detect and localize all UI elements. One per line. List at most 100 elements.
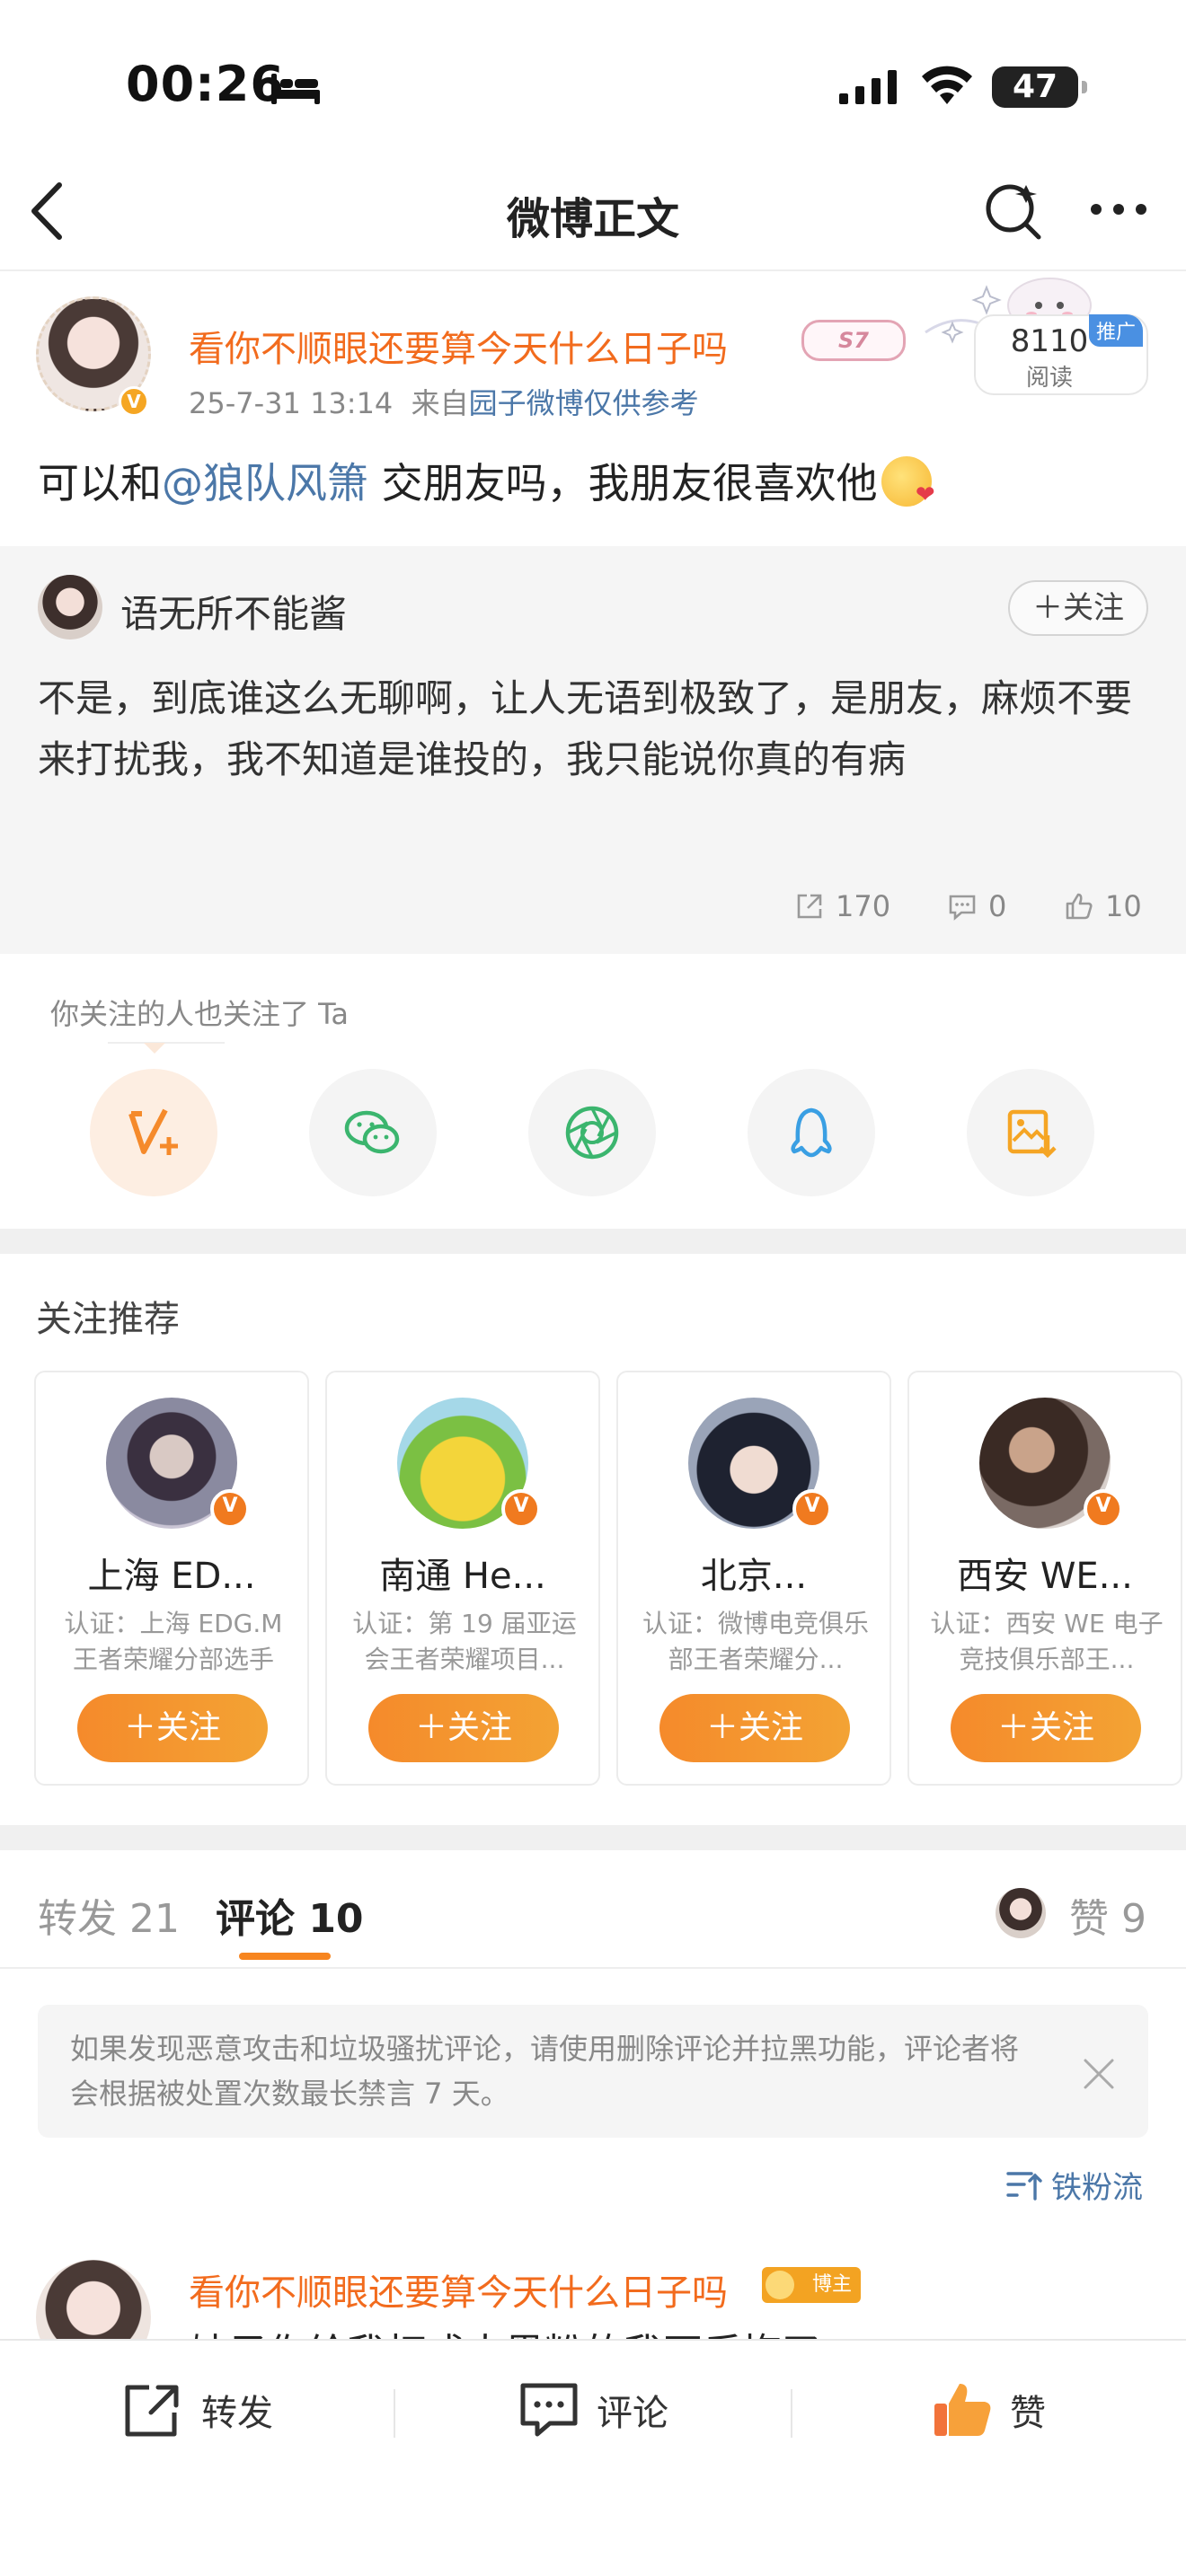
- repost-icon: [125, 2385, 179, 2437]
- recommend-follow-label: 关注: [739, 1709, 804, 1746]
- wechat-icon: [344, 1110, 400, 1154]
- recommend-card[interactable]: 南通 He... 认证：第 19 届亚运会王者荣耀项目... ＋关注: [325, 1371, 600, 1786]
- cellular-signal-icon: [839, 70, 897, 104]
- author-name[interactable]: 看你不顺眼还要算今天什么日子吗: [189, 320, 728, 372]
- bottom-like-button[interactable]: 赞: [931, 2380, 1046, 2439]
- share-qq-button[interactable]: [748, 1069, 875, 1196]
- retweet-like-count[interactable]: 10: [1064, 889, 1142, 923]
- post-date: 25-7-31 13:14: [189, 386, 394, 420]
- wifi-icon: [922, 66, 972, 104]
- thumbs-up-icon: [1066, 893, 1093, 920]
- bottom-repost-label: 转发: [201, 2393, 273, 2434]
- recommend-name[interactable]: 北京...: [618, 1547, 890, 1599]
- recommend-desc: 认证：第 19 届亚运会王者荣耀项目...: [352, 1609, 577, 1674]
- post-source-link[interactable]: 园子微博仅供参考: [469, 386, 699, 420]
- verified-badge-icon: [792, 1489, 832, 1529]
- more-options-icon[interactable]: [1089, 199, 1148, 219]
- verified-badge-icon: [501, 1489, 541, 1529]
- qq-penguin-icon: [791, 1107, 832, 1158]
- source-prefix: 来自: [411, 386, 469, 420]
- recommend-card[interactable]: 西安 WE... 认证：西安 WE 电子竞技俱乐部王... ＋关注: [907, 1371, 1182, 1786]
- search-icon[interactable]: [983, 180, 1044, 241]
- share-moments-button[interactable]: [528, 1069, 656, 1196]
- read-label: 阅读: [1025, 365, 1073, 392]
- save-image-icon: [1007, 1109, 1057, 1159]
- share-hint: 你关注的人也关注了 Ta: [50, 997, 350, 1031]
- read-count-card[interactable]: 8110 阅读 推广: [974, 314, 1148, 395]
- weibo-v-plus-icon: [128, 1108, 178, 1155]
- recommend-desc: 认证：上海 EDG.M 王者荣耀分部选手: [64, 1609, 283, 1674]
- tab-repost[interactable]: 转发 21: [38, 1886, 180, 1944]
- recommend-card[interactable]: 上海 ED... 认证：上海 EDG.M 王者荣耀分部选手 ＋关注: [34, 1371, 309, 1786]
- comment-author-name[interactable]: 看你不顺眼还要算今天什么日子吗: [189, 2263, 728, 2316]
- love-emoji-icon: [881, 456, 935, 508]
- comment-count: 0: [988, 889, 1007, 923]
- moments-aperture-icon: [565, 1106, 619, 1160]
- hint-arrow: [144, 1043, 165, 1054]
- retweet-author-name[interactable]: 语无所不能酱: [120, 584, 347, 639]
- promo-tag[interactable]: 推广: [1088, 314, 1143, 347]
- thumbs-up-icon: [934, 2384, 991, 2436]
- retweet-comment-count[interactable]: 0: [947, 889, 1006, 923]
- post-text-after: 交朋友吗，我朋友很喜欢他: [368, 459, 878, 507]
- hint-divider: [108, 1042, 225, 1044]
- retweet-text: 不是，到底谁这么无聊啊，让人无语到极致了，是朋友，麻烦不要来打扰我，我不知道是谁…: [38, 676, 1133, 781]
- share-wechat-button[interactable]: [309, 1069, 437, 1196]
- recommend-follow-button[interactable]: ＋关注: [368, 1694, 559, 1762]
- verified-badge-icon: [210, 1489, 250, 1529]
- liker-avatar: [996, 1888, 1046, 1938]
- sleep-focus-icon: [271, 74, 320, 104]
- recommend-name[interactable]: 南通 He...: [327, 1547, 598, 1599]
- repost-count: 170: [836, 889, 891, 923]
- section-separator: [0, 1229, 1186, 1254]
- recommend-desc: 认证：微博电竞俱乐部王者荣耀分...: [642, 1609, 869, 1674]
- recommend-card[interactable]: 北京... 认证：微博电竞俱乐部王者荣耀分... ＋关注: [616, 1371, 891, 1786]
- recommend-follow-button[interactable]: ＋关注: [77, 1694, 268, 1762]
- retweet-author-avatar[interactable]: [38, 575, 102, 640]
- recommend-name[interactable]: 上海 ED...: [36, 1547, 307, 1599]
- recommend-follow-button[interactable]: ＋关注: [659, 1694, 850, 1762]
- tab-comment[interactable]: 评论 10: [216, 1886, 364, 1944]
- recommend-follow-label: 关注: [156, 1709, 222, 1746]
- post-meta: 25-7-31 13:14 来自园子微博仅供参考: [189, 381, 699, 422]
- status-time: 00:26: [126, 56, 285, 112]
- mention-link[interactable]: @狼队风箫: [162, 459, 368, 507]
- tabs-divider: [0, 1967, 1186, 1969]
- recommend-follow-button[interactable]: ＋关注: [951, 1694, 1141, 1762]
- bottom-divider: [791, 2389, 792, 2438]
- comment-icon: [949, 895, 976, 921]
- bottom-comment-label: 评论: [597, 2393, 668, 2434]
- post-text-before: 可以和: [38, 459, 162, 507]
- recommend-desc: 认证：西安 WE 电子竞技俱乐部王...: [930, 1609, 1164, 1674]
- recommend-title: 关注推荐: [36, 1299, 180, 1340]
- comment-icon: [520, 2383, 578, 2437]
- post-text: 可以和@狼队风箫 交朋友吗，我朋友很喜欢他: [38, 451, 935, 510]
- recommend-name[interactable]: 西安 WE...: [909, 1547, 1181, 1599]
- recommend-follow-label: 关注: [1030, 1709, 1095, 1746]
- retweet-follow-button[interactable]: ＋关注: [1008, 580, 1148, 636]
- section-separator: [0, 1825, 1186, 1850]
- repost-icon: [797, 894, 822, 919]
- sort-label[interactable]: 铁粉流: [1051, 2163, 1143, 2207]
- bottom-like-label: 赞: [1010, 2393, 1046, 2434]
- bottom-repost-button[interactable]: 转发: [122, 2380, 273, 2439]
- retweet-repost-count[interactable]: 170: [794, 889, 890, 923]
- verified-badge-icon: [1084, 1489, 1123, 1529]
- bottom-action-bar: [0, 2339, 1186, 2576]
- battery-indicator: 47: [992, 66, 1087, 108]
- like-count: 10: [1105, 889, 1142, 923]
- active-tab-indicator: [239, 1953, 331, 1960]
- verified-badge-icon: V: [119, 386, 149, 417]
- recommend-follow-label: 关注: [447, 1709, 513, 1746]
- bottom-comment-button[interactable]: 评论: [518, 2380, 668, 2439]
- bottom-divider: [394, 2389, 395, 2438]
- share-weibo-button[interactable]: [90, 1069, 217, 1196]
- owner-badge: 博主: [762, 2267, 861, 2303]
- name-sticker: S7: [801, 320, 906, 361]
- tab-like[interactable]: 赞 9: [1069, 1886, 1146, 1944]
- retweet-follow-label: 关注: [1063, 590, 1124, 626]
- comment-notice-text: 如果发现恶意攻击和垃圾骚扰评论，请使用删除评论并拉黑功能，评论者将会根据被处置次…: [70, 2032, 1020, 2111]
- sort-icon[interactable]: [1005, 2168, 1042, 2202]
- close-icon[interactable]: [1082, 2057, 1116, 2091]
- save-image-button[interactable]: [967, 1069, 1094, 1196]
